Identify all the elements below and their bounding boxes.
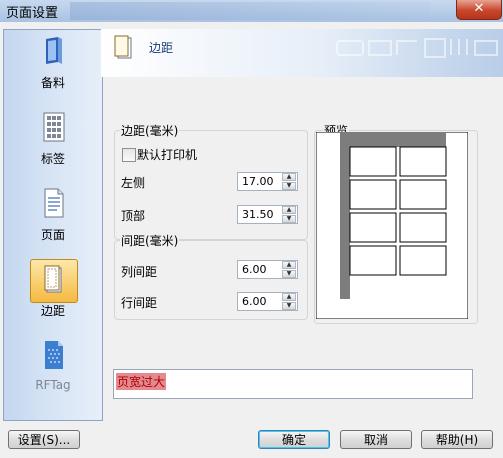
margin-icon (114, 35, 132, 59)
sidebar-item-materials[interactable]: 备料 (4, 30, 102, 100)
spacing-group-title: 间距(毫米) (120, 232, 180, 249)
page-setup-dialog: 页面设置 ✕ 备料 标签 页面 边距 RFTag 边距 边距(毫米) 默认打印机… (0, 0, 503, 458)
column-spacing-label: 列间距 (121, 265, 158, 279)
left-margin-input[interactable] (238, 173, 285, 190)
label-preview (316, 132, 468, 319)
sidebar-item-label: 边距 (40, 304, 65, 318)
left-margin-up-button[interactable]: ▲ (282, 173, 296, 181)
section-header: 边距 (101, 29, 503, 77)
sidebar-item-label: RFTag (35, 378, 71, 392)
preview-label-cell (349, 179, 397, 210)
title-bar-blurred-area (70, 2, 430, 20)
top-margin-label: 顶部 (121, 209, 146, 223)
column-spacing-stepper: ▲ ▼ (237, 260, 298, 279)
left-margin-label: 左侧 (121, 176, 146, 190)
column-spacing-input[interactable] (238, 261, 285, 278)
sidebar-item-label: 标签 (40, 152, 65, 166)
watermark-icon (336, 38, 498, 58)
window-title: 页面设置 (6, 6, 59, 21)
preview-label-cell (349, 212, 397, 243)
preview-label-cell (349, 245, 397, 276)
sidebar-item-label: 备料 (40, 76, 65, 90)
row-spacing-label: 行间距 (121, 296, 158, 310)
sidebar-item-rftag[interactable]: RFTag (4, 334, 102, 404)
close-button[interactable]: ✕ (456, 0, 502, 20)
preview-label-cell (399, 179, 447, 210)
row-spacing-stepper: ▲ ▼ (237, 292, 298, 311)
ok-button[interactable]: 确定 (258, 430, 330, 449)
sidebar-item-label-settings[interactable]: 标签 (4, 106, 102, 176)
section-title: 边距 (149, 41, 174, 55)
top-margin-input[interactable] (238, 206, 285, 223)
sidebar-item-label: 页面 (40, 228, 65, 242)
preview-label-cell (399, 245, 447, 276)
rftag-icon (45, 341, 63, 369)
sidebar: 备料 标签 页面 边距 RFTag (3, 29, 103, 421)
margins-group-title: 边距(毫米) (120, 122, 180, 139)
sidebar-item-margins[interactable]: 边距 (4, 258, 102, 328)
top-margin-down-button[interactable]: ▼ (282, 215, 296, 223)
error-message-box: 页宽过大 (113, 369, 473, 399)
cancel-button[interactable]: 取消 (340, 430, 412, 449)
row-spacing-down-button[interactable]: ▼ (282, 302, 296, 310)
setup-button[interactable]: 设置(S)... (8, 430, 80, 449)
column-spacing-down-button[interactable]: ▼ (282, 270, 296, 278)
error-message: 页宽过大 (116, 373, 167, 390)
preview-label-cell (399, 212, 447, 243)
preview-label-cell (399, 146, 447, 177)
row-spacing-input[interactable] (238, 293, 285, 310)
top-margin-stepper: ▲ ▼ (237, 205, 298, 224)
help-button[interactable]: 帮助(H) (421, 430, 493, 449)
row-spacing-up-button[interactable]: ▲ (282, 293, 296, 301)
book-icon (46, 37, 62, 64)
left-margin-down-button[interactable]: ▼ (282, 182, 296, 190)
margin-icon (44, 265, 62, 293)
default-printer-label: 默认打印机 (137, 148, 198, 162)
left-margin-stepper: ▲ ▼ (237, 172, 298, 191)
default-printer-checkbox[interactable] (122, 148, 136, 162)
top-margin-up-button[interactable]: ▲ (282, 206, 296, 214)
page-icon (44, 188, 64, 218)
dialog-body: 备料 标签 页面 边距 RFTag 边距 边距(毫米) 默认打印机 左侧 17.… (0, 22, 503, 458)
preview-label-cell (349, 146, 397, 177)
label-grid-icon (43, 112, 65, 142)
title-bar: 页面设置 ✕ (0, 0, 503, 22)
sidebar-item-page[interactable]: 页面 (4, 182, 102, 252)
column-spacing-up-button[interactable]: ▲ (282, 261, 296, 269)
